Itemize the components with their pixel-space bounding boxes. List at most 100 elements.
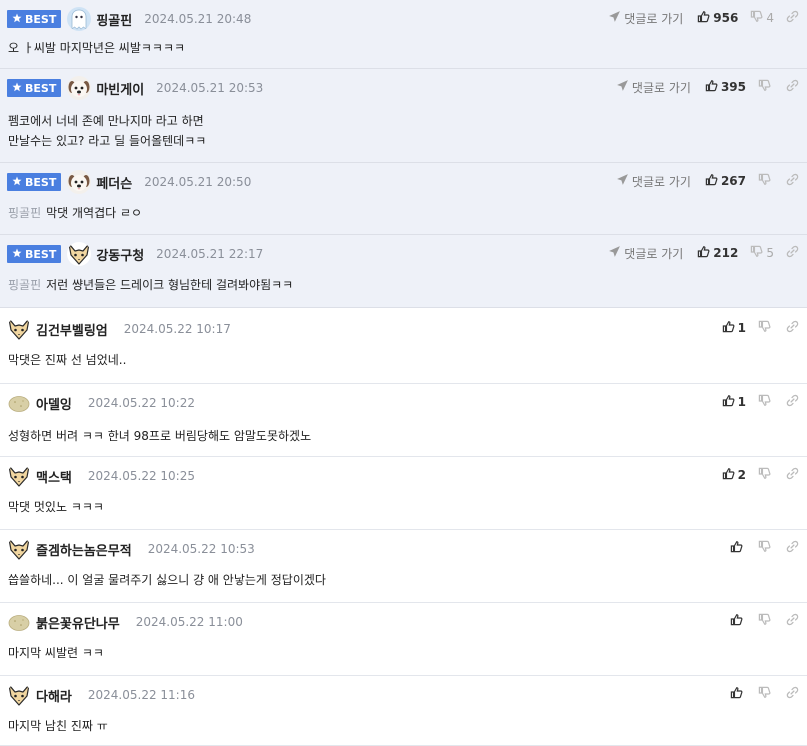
like-button[interactable] [730, 613, 754, 629]
share-link-button[interactable] [786, 79, 799, 95]
thumbs-down-icon [758, 686, 771, 702]
best-comment: BEST 페더슨 2024.05.21 20:50 댓글로 가기 267 핑골핀 막댓 개역… [0, 163, 807, 235]
comment-text: 막댓은 진짜 선 넘었네.. [8, 353, 127, 367]
like-button[interactable]: 267 [705, 173, 754, 189]
share-link-button[interactable] [786, 10, 799, 26]
like-button[interactable]: 1 [722, 394, 754, 410]
dislike-button[interactable] [758, 79, 782, 95]
like-button[interactable]: 956 [697, 10, 746, 26]
share-link-button[interactable] [786, 686, 799, 702]
comment-actions: 댓글로 가기 267 [616, 170, 799, 192]
star-icon [12, 176, 22, 189]
comment-date: 2024.05.22 11:16 [87, 688, 195, 702]
comment-actions: 댓글로 가기 212 5 [608, 242, 799, 264]
like-count: 267 [720, 174, 746, 188]
comment-body: 펨코에서 너네 존예 만나지마 라고 하면 만날수는 있고? 라고 딜 들어올텐… [8, 111, 206, 151]
link-icon [786, 79, 799, 95]
comment-actions: 댓글로 가기 956 4 [608, 7, 799, 29]
comment-actions: 1 [722, 391, 799, 413]
like-button[interactable]: 212 [697, 245, 746, 261]
link-icon [786, 613, 799, 629]
comment-text: 막댓 개역겹다 ㄹㅇ [46, 206, 143, 220]
send-icon [608, 245, 621, 261]
share-link-button[interactable] [786, 540, 799, 556]
comment-header: 붉은꽃유단나무 2024.05.22 11:00 [7, 610, 243, 634]
like-button[interactable]: 395 [705, 79, 754, 95]
share-link-button[interactable] [786, 320, 799, 336]
avatar[interactable] [67, 76, 92, 100]
share-link-button[interactable] [786, 173, 799, 189]
nickname[interactable]: 맥스택 [36, 467, 72, 486]
dislike-button[interactable] [758, 686, 782, 702]
dislike-button[interactable]: 5 [750, 245, 782, 261]
send-icon [616, 173, 629, 189]
like-count: 1 [737, 321, 746, 335]
nickname[interactable]: 붉은꽃유단나무 [36, 613, 120, 632]
comment-text: 성형하면 버려 ㅋㅋ 한녀 98프로 버림당해도 암말도못하겠노 [8, 429, 312, 443]
thumbs-up-icon [722, 394, 735, 410]
comment-body: 오 ㅏ씨발 마지막년은 씨발ㅋㅋㅋㅋ [8, 38, 185, 58]
like-button[interactable]: 2 [722, 467, 754, 483]
dislike-button[interactable] [758, 320, 782, 336]
avatar[interactable] [67, 7, 92, 31]
nickname[interactable]: 마빈게이 [96, 79, 144, 98]
share-link-button[interactable] [786, 613, 799, 629]
go-to-reply-link[interactable]: 댓글로 가기 [608, 245, 683, 262]
nickname[interactable]: 다해라 [36, 686, 72, 705]
avatar[interactable] [67, 170, 92, 194]
share-link-button[interactable] [786, 245, 799, 261]
avatar[interactable] [7, 610, 31, 634]
comment-text: 저런 썅년들은 드레이크 형님한테 걸려봐야됨ㅋㅋ [46, 278, 294, 292]
avatar[interactable] [7, 317, 31, 341]
nickname[interactable]: 김건부벨링엄 [36, 320, 108, 339]
dislike-button[interactable] [758, 540, 782, 556]
comment-header: 김건부벨링엄 2024.05.22 10:17 [7, 317, 231, 341]
share-link-button[interactable] [786, 394, 799, 410]
go-to-reply-label: 댓글로 가기 [624, 11, 684, 26]
dislike-button[interactable] [758, 613, 782, 629]
comment: 즐겜하는놈은무적 2024.05.22 10:53 씁쓸하네... 이 얼굴 물려주… [0, 530, 807, 603]
comment-date: 2024.05.22 10:53 [147, 542, 255, 556]
nickname[interactable]: 아델잉 [36, 394, 72, 413]
comment-body: 막댓은 진짜 선 넘었네.. [8, 350, 126, 370]
go-to-reply-link[interactable]: 댓글로 가기 [608, 10, 683, 27]
like-count: 1 [737, 395, 746, 409]
go-to-reply-label: 댓글로 가기 [624, 246, 684, 261]
link-icon [786, 467, 799, 483]
like-button[interactable] [730, 540, 754, 556]
comment-actions: 1 [722, 317, 799, 339]
nickname[interactable]: 핑골핀 [96, 10, 132, 29]
nickname[interactable]: 즐겜하는놈은무적 [36, 540, 132, 559]
send-icon [608, 10, 621, 26]
comment-body: 성형하면 버려 ㅋㅋ 한녀 98프로 버림당해도 암말도못하겠노 [8, 426, 311, 446]
link-icon [786, 394, 799, 410]
nickname[interactable]: 강동구청 [96, 245, 144, 264]
like-button[interactable]: 1 [722, 320, 754, 336]
dislike-button[interactable]: 4 [750, 10, 782, 26]
dislike-button[interactable] [758, 467, 782, 483]
best-label: BEST [25, 81, 57, 95]
avatar[interactable] [7, 537, 31, 561]
avatar[interactable] [7, 683, 31, 707]
thumbs-up-icon [730, 540, 743, 556]
avatar[interactable] [67, 242, 92, 266]
dislike-button[interactable] [758, 173, 782, 189]
go-to-reply-link[interactable]: 댓글로 가기 [616, 173, 691, 190]
avatar[interactable] [7, 464, 31, 488]
mention-tag[interactable]: 핑골핀 [8, 278, 41, 292]
nickname[interactable]: 페더슨 [96, 173, 132, 192]
best-badge: BEST [7, 245, 62, 263]
go-to-reply-label: 댓글로 가기 [631, 174, 691, 189]
thumbs-down-icon [758, 394, 771, 410]
like-button[interactable] [730, 686, 754, 702]
comment-text: 씁쓸하네... 이 얼굴 물려주기 싫으니 걍 애 안낳는게 정답이겠다 [8, 573, 326, 587]
mention-tag[interactable]: 핑골핀 [8, 206, 41, 220]
dislike-button[interactable] [758, 394, 782, 410]
share-link-button[interactable] [786, 467, 799, 483]
comment-date: 2024.05.21 20:50 [144, 175, 252, 189]
go-to-reply-link[interactable]: 댓글로 가기 [616, 79, 691, 96]
comment-date: 2024.05.22 10:25 [87, 469, 195, 483]
comment-date: 2024.05.22 10:17 [123, 322, 231, 336]
avatar[interactable] [7, 391, 31, 415]
like-count: 956 [713, 11, 739, 25]
